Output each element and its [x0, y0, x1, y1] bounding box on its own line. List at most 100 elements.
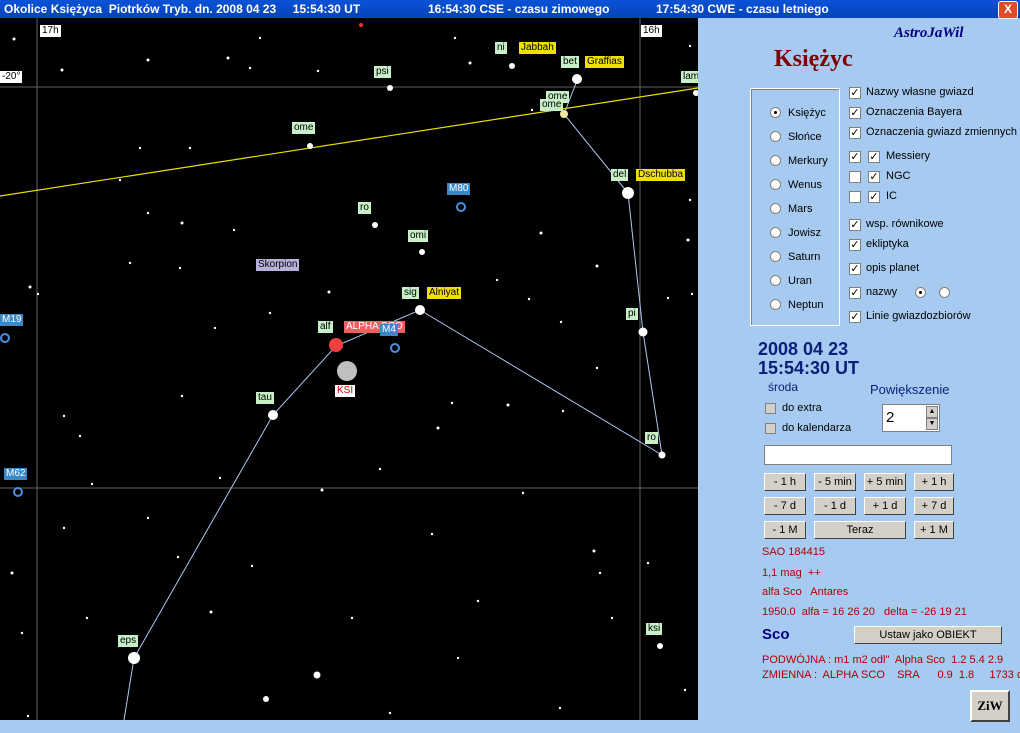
label-alf: alf [318, 321, 333, 333]
label-rownikowe: wsp. równikowe [866, 218, 944, 230]
radio-dot[interactable] [770, 179, 781, 190]
radio-jowisz[interactable]: Jowisz [770, 225, 821, 241]
radio-label: Wenus [788, 179, 823, 191]
star-antares[interactable] [329, 338, 343, 352]
dec-label: -20° [0, 71, 23, 83]
minus-1M-button[interactable]: - 1 M [764, 521, 806, 539]
label-ome-top2: ome [540, 99, 564, 111]
teraz-button[interactable]: Teraz [814, 521, 906, 539]
title-text: Okolice Księżyca Piotrków Tryb. dn. 2008… [4, 2, 361, 16]
radio-dot[interactable] [770, 251, 781, 262]
time-value: 15:54:30 UT [758, 358, 860, 378]
minus-5min-button[interactable]: - 5 min [814, 473, 856, 491]
plus-5min-button[interactable]: + 5 min [864, 473, 906, 491]
radio-dot[interactable] [915, 287, 926, 298]
m4-marker[interactable] [390, 343, 400, 353]
radio-saturn[interactable]: Saturn [770, 249, 821, 265]
label-lam: lam [681, 71, 698, 83]
plus-7d-button[interactable]: + 7 d [914, 497, 954, 515]
radio-ksiezyc[interactable]: Księżyc [770, 105, 826, 121]
radio-merkury[interactable]: Merkury [770, 153, 828, 169]
checkbox-nazwy[interactable]: ✓ [849, 287, 861, 299]
radio-nazwy-2[interactable] [939, 285, 954, 301]
star-graffias[interactable] [572, 74, 582, 84]
label-alniyat: Alniyat [427, 287, 462, 299]
label-m62: M62 [4, 468, 28, 480]
ra-label-16h: 16h [641, 25, 662, 37]
zoom-down-icon[interactable]: ▼ [926, 418, 938, 430]
m80-marker[interactable] [456, 202, 466, 212]
checkbox-linie[interactable]: ✓ [849, 311, 861, 323]
label-psi: psi [374, 66, 391, 78]
star-ome[interactable] [560, 110, 568, 118]
star-ro[interactable] [658, 451, 666, 459]
star-dschubba[interactable] [622, 187, 634, 199]
checkbox-do-extra[interactable] [765, 403, 776, 414]
radio-dot[interactable] [770, 155, 781, 166]
star-ome-left[interactable] [307, 143, 313, 149]
star-eps[interactable] [128, 652, 140, 664]
checkbox-nazwy-wlasne[interactable]: ✓ [849, 87, 861, 99]
plus-1h-button[interactable]: + 1 h [914, 473, 954, 491]
minus-1d-button[interactable]: - 1 d [814, 497, 856, 515]
checkbox-opis-planet[interactable]: ✓ [849, 263, 861, 275]
radio-dot[interactable] [770, 299, 781, 310]
bottom-strip [0, 720, 698, 733]
radio-dot[interactable] [770, 107, 781, 118]
star-ro-left[interactable] [372, 222, 378, 228]
label-pi: pi [626, 308, 638, 320]
sky-map[interactable]: 17h 16h -20° psi ni Jabbah bet Graffias … [0, 18, 698, 720]
label-ni: ni [495, 42, 507, 54]
planet-marker [359, 23, 363, 27]
star-tau[interactable] [268, 410, 278, 420]
label-graffias: Graffias [585, 56, 624, 68]
checkbox-ngc-b[interactable]: ✓ [868, 171, 880, 183]
radio-dot[interactable] [939, 287, 950, 298]
star-ksi[interactable] [657, 643, 663, 649]
radio-label: Saturn [788, 251, 821, 263]
radio-slonce[interactable]: Słońce [770, 129, 822, 145]
ziw-button[interactable]: ZiW [970, 690, 1010, 722]
checkbox-do-kalendarza[interactable] [765, 423, 776, 434]
label-do-extra: do extra [782, 402, 822, 414]
star-ni[interactable] [509, 63, 515, 69]
radio-wenus[interactable]: Wenus [770, 177, 823, 193]
plus-1M-button[interactable]: + 1 M [914, 521, 954, 539]
zoom-stepper[interactable]: 2 ▲ ▼ [882, 404, 940, 432]
radio-dot[interactable] [770, 227, 781, 238]
star-psi[interactable] [387, 85, 393, 91]
star-sig[interactable] [415, 305, 425, 315]
radio-nazwy-1[interactable] [915, 285, 930, 301]
radio-neptun[interactable]: Neptun [770, 297, 823, 313]
radio-dot[interactable] [770, 275, 781, 286]
star-pi[interactable] [638, 327, 648, 337]
checkbox-ekliptyka[interactable]: ✓ [849, 239, 861, 251]
label-sig: sig [402, 287, 419, 299]
minus-1h-button[interactable]: - 1 h [764, 473, 806, 491]
zoom-up-icon[interactable]: ▲ [926, 406, 938, 418]
close-button[interactable]: X [998, 1, 1018, 19]
plus-1d-button[interactable]: + 1 d [864, 497, 906, 515]
m62-marker[interactable] [13, 487, 23, 497]
label-zmienne: Oznaczenia gwiazd zmiennych [866, 126, 1018, 138]
moon-disk[interactable] [337, 361, 357, 381]
checkbox-ngc-a[interactable] [849, 171, 861, 183]
checkbox-ic-a[interactable] [849, 191, 861, 203]
checkbox-zmienne[interactable]: ✓ [849, 127, 861, 139]
m19-marker[interactable] [0, 333, 10, 343]
label-bet: bet [561, 56, 579, 68]
search-input[interactable] [764, 445, 952, 465]
checkbox-bayer[interactable]: ✓ [849, 107, 861, 119]
set-object-button[interactable]: Ustaw jako OBIEKT [854, 626, 1002, 644]
star-omi[interactable] [419, 249, 425, 255]
minus-7d-button[interactable]: - 7 d [764, 497, 806, 515]
radio-dot[interactable] [770, 131, 781, 142]
checkbox-messier-b[interactable]: ✓ [868, 151, 880, 163]
radio-mars[interactable]: Mars [770, 201, 812, 217]
checkbox-ic-b[interactable]: ✓ [868, 191, 880, 203]
radio-dot[interactable] [770, 203, 781, 214]
radio-uran[interactable]: Uran [770, 273, 812, 289]
title-cwe: 17:54:30 CWE - czasu letniego [656, 2, 829, 16]
checkbox-messier-a[interactable]: ✓ [849, 151, 861, 163]
checkbox-rownikowe[interactable]: ✓ [849, 219, 861, 231]
